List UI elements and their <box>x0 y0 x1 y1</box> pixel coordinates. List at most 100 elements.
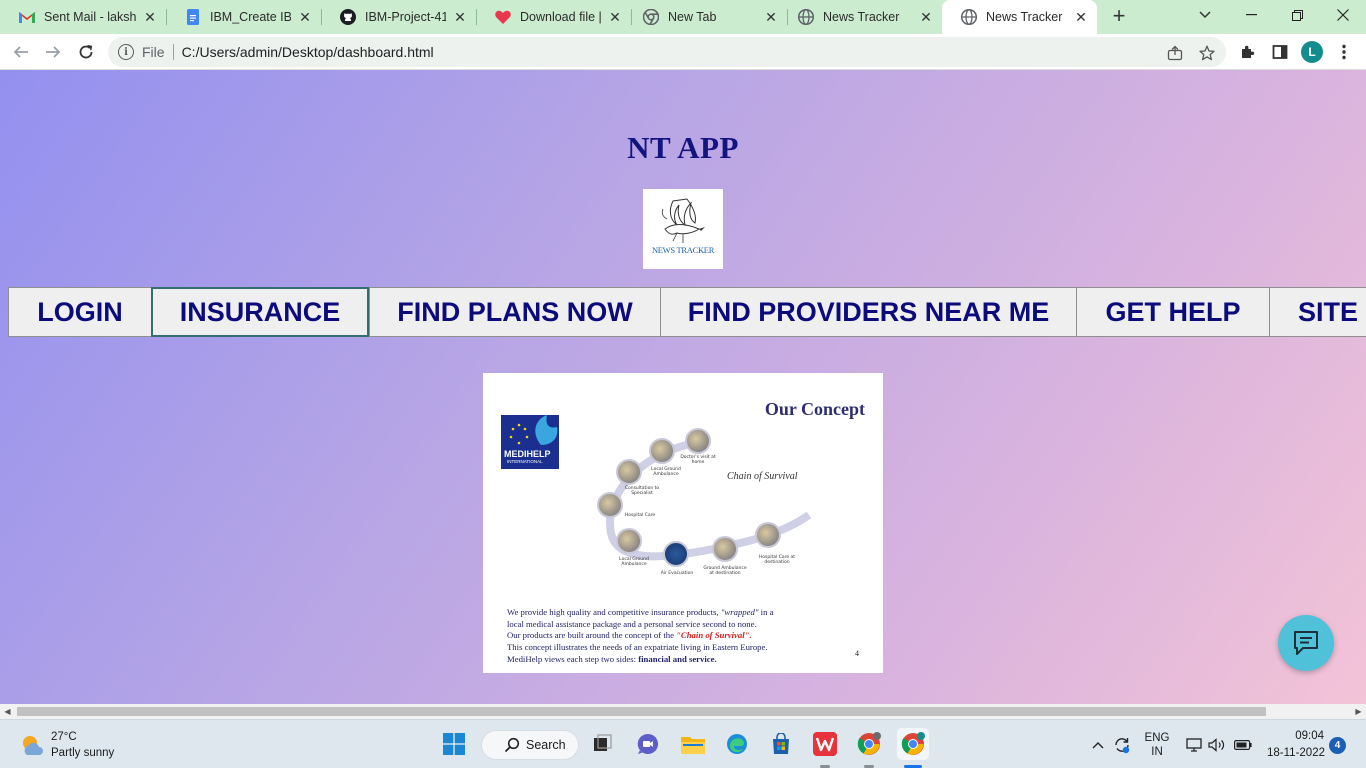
minimize-button[interactable] <box>1228 0 1274 30</box>
para-text: "Chain of Survival". <box>676 630 752 641</box>
nav-insurance-button[interactable]: INSURANCE <box>151 287 369 337</box>
teams-chat-icon[interactable] <box>632 728 664 760</box>
close-icon[interactable]: ✕ <box>607 9 623 25</box>
weather-description[interactable]: Partly sunny <box>51 747 114 759</box>
tab-new-tab[interactable]: New Tab ✕ <box>624 0 787 34</box>
news-tracker-logo: NEWS TRACKER <box>643 189 723 269</box>
url-text[interactable]: C:/Users/admin/Desktop/dashboard.html <box>182 44 434 60</box>
para-text: This concept illustrates the needs of an… <box>507 642 768 653</box>
language-top: ENG <box>1144 731 1170 744</box>
horizontal-scrollbar[interactable]: ◀ ▶ <box>0 704 1366 719</box>
clock-date[interactable]: 18-11-2022 <box>1265 747 1325 759</box>
tab-label: IBM-Project-4143 <box>365 10 446 24</box>
para-text: We provide high quality and competitive … <box>507 607 721 617</box>
tab-gmail[interactable]: Sent Mail - lakshm ✕ <box>0 0 166 34</box>
chrome-profile-icon[interactable] <box>853 728 885 760</box>
wps-office-icon[interactable] <box>809 728 841 760</box>
nav-get-help-button[interactable]: GET HELP <box>1076 287 1269 337</box>
share-icon[interactable] <box>1166 44 1184 62</box>
restore-button[interactable] <box>1274 0 1320 30</box>
step-doctor-visit <box>685 428 711 454</box>
network-icon[interactable] <box>1186 720 1202 768</box>
tab-label: News Tracker <box>823 10 900 24</box>
tab-download-file[interactable]: Download file | iL ✕ <box>476 0 631 34</box>
scrollbar-thumb[interactable] <box>17 707 1266 716</box>
github-icon <box>340 9 356 25</box>
battery-icon[interactable] <box>1233 720 1253 768</box>
tab-google-docs[interactable]: IBM_Create IBM DB ✕ <box>166 0 321 34</box>
tab-news-tracker[interactable]: News Tracker ✕ <box>779 0 942 34</box>
kebab-menu-icon[interactable] <box>1334 42 1354 62</box>
step-caption: Hospital Care at destination <box>758 555 796 565</box>
weather-temperature[interactable]: 27°C <box>51 731 77 743</box>
bookmark-star-icon[interactable] <box>1198 44 1216 62</box>
close-icon[interactable]: ✕ <box>142 9 158 25</box>
page-title: NT APP <box>627 130 739 165</box>
chat-button[interactable] <box>1278 615 1334 671</box>
clock-time[interactable]: 09:04 <box>1290 730 1324 742</box>
dove-icon <box>661 198 705 243</box>
volume-icon[interactable] <box>1208 720 1226 768</box>
page-viewport: NT APP NEWS TRACKER LOGIN INSURANCE FIND… <box>0 70 1366 704</box>
task-view-icon[interactable] <box>586 728 618 760</box>
close-icon[interactable]: ✕ <box>918 9 934 25</box>
new-tab-button[interactable]: + <box>1108 5 1130 28</box>
tab-label: New Tab <box>668 10 717 24</box>
close-icon[interactable]: ✕ <box>763 9 779 25</box>
partly-sunny-icon[interactable] <box>20 733 44 757</box>
nav-find-plans-button[interactable]: FIND PLANS NOW <box>369 287 660 337</box>
scroll-left-arrow-icon[interactable]: ◀ <box>0 704 15 719</box>
tab-news-tracker-active[interactable]: News Tracker ✕ <box>942 0 1097 34</box>
step-caption: Doctor's visit at home <box>680 455 716 465</box>
address-bar[interactable]: i File C:/Users/admin/Desktop/dashboard.… <box>108 37 1226 67</box>
step-local-ambulance <box>649 438 675 464</box>
tray-chevron-up-icon[interactable] <box>1090 720 1106 768</box>
para-text: in a <box>758 607 774 617</box>
globe-icon <box>798 9 814 25</box>
logo-text: NEWS TRACKER <box>651 245 715 255</box>
file-explorer-icon[interactable] <box>677 728 709 760</box>
main-nav: LOGIN INSURANCE FIND PLANS NOW FIND PROV… <box>8 287 1366 337</box>
para-text: Our products are built around the concep… <box>507 630 677 641</box>
notification-badge[interactable]: 4 <box>1329 737 1346 754</box>
reload-icon[interactable] <box>74 40 98 64</box>
globe-icon <box>961 9 977 25</box>
step-hospital-care-destination <box>755 522 781 548</box>
windows-taskbar: 27°C Partly sunny Search ENG IN 09:04 18… <box>0 719 1366 768</box>
microsoft-store-icon[interactable] <box>765 728 797 760</box>
forward-arrow-icon[interactable] <box>41 40 65 64</box>
concept-paragraph: We provide high quality and competitive … <box>507 607 837 666</box>
extensions-puzzle-icon[interactable] <box>1238 42 1258 62</box>
side-panel-icon[interactable] <box>1270 42 1290 62</box>
close-icon[interactable]: ✕ <box>452 9 468 25</box>
our-concept-image: Our Concept MEDIHELP INTERNATIONAL Chain… <box>483 373 883 673</box>
search-icon <box>504 737 520 753</box>
language-indicator[interactable]: ENG IN <box>1141 720 1173 768</box>
nav-site-map-button[interactable]: SITE MAP <box>1269 287 1366 337</box>
scroll-right-arrow-icon[interactable]: ▶ <box>1351 704 1366 719</box>
nav-find-providers-button[interactable]: FIND PROVIDERS NEAR ME <box>660 287 1076 337</box>
chrome-active-icon[interactable] <box>897 728 929 760</box>
site-info-icon[interactable]: i <box>118 44 134 60</box>
tab-github[interactable]: IBM-Project-4143 ✕ <box>321 0 476 34</box>
back-arrow-icon[interactable] <box>9 40 33 64</box>
profile-avatar[interactable]: L <box>1301 41 1323 63</box>
tab-label: IBM_Create IBM DB <box>210 10 291 24</box>
step-consultation <box>616 459 642 485</box>
nav-login-button[interactable]: LOGIN <box>8 287 151 337</box>
sync-icon[interactable] <box>1112 720 1132 768</box>
chat-bubble-icon <box>1294 631 1318 655</box>
tab-label: Download file | iL <box>520 10 601 24</box>
taskbar-search[interactable]: Search <box>481 730 579 760</box>
step-air-evacuation <box>663 541 689 567</box>
google-docs-icon <box>185 9 201 25</box>
tab-search-chevron-icon[interactable] <box>1182 0 1228 30</box>
close-icon[interactable]: ✕ <box>1073 9 1089 25</box>
close-icon[interactable]: ✕ <box>297 9 313 25</box>
edge-browser-icon[interactable] <box>721 728 753 760</box>
step-local-ground-ambulance <box>616 528 642 554</box>
para-text: "wrapped" <box>720 607 759 617</box>
para-text: MediHelp views each step two sides: <box>507 653 639 664</box>
windows-start-icon[interactable] <box>438 728 470 760</box>
window-close-button[interactable] <box>1320 0 1366 30</box>
